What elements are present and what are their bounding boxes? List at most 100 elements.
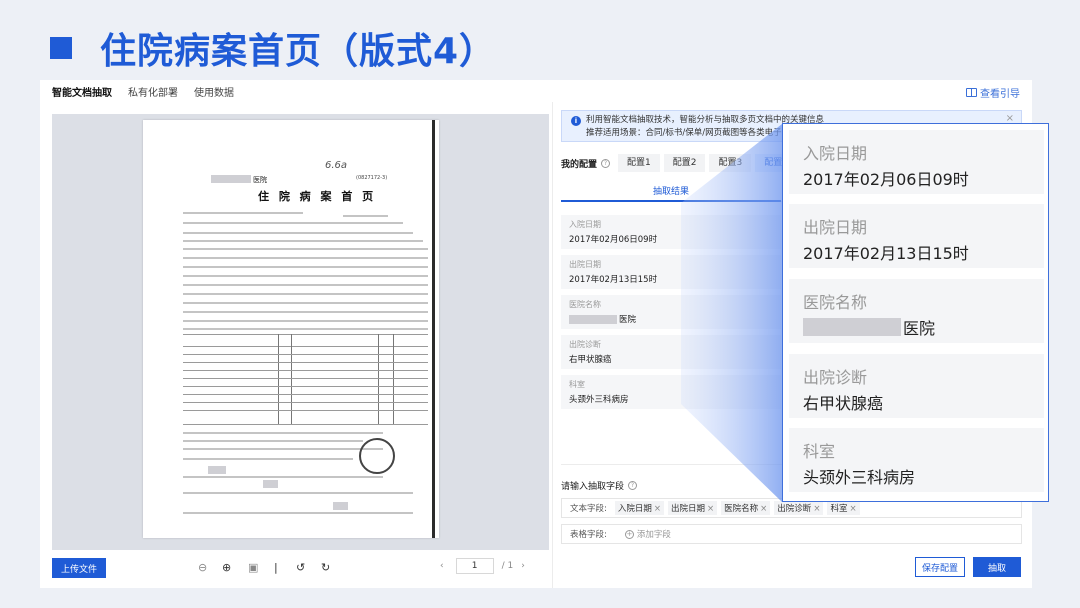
zoom-card-department: 科室 头颈外三科病房 bbox=[789, 428, 1044, 492]
field-value: 右甲状腺癌 bbox=[569, 355, 612, 365]
document-viewer[interactable]: 6.6a 医院 (0827172-3) 住 院 病 案 首 页 bbox=[52, 114, 549, 550]
zoom-field-value: 医院 bbox=[803, 315, 935, 339]
table-fields-input[interactable]: 表格字段: + 添加字段 bbox=[561, 524, 1022, 544]
field-card-hospital-name: 医院名称 医院 bbox=[561, 295, 781, 329]
add-icon[interactable]: + bbox=[624, 529, 634, 539]
close-icon[interactable]: × bbox=[760, 504, 767, 514]
doc-hospital-name: 医院 bbox=[253, 176, 267, 184]
separator-icon: | bbox=[274, 561, 278, 574]
document-page: 6.6a 医院 (0827172-3) 住 院 病 案 首 页 bbox=[143, 120, 439, 538]
field-label: 科室 bbox=[569, 380, 585, 389]
zoom-detail-panel: 入院日期 2017年02月06日09时 出院日期 2017年02月13日15时 … bbox=[782, 123, 1049, 502]
field-label: 出院诊断 bbox=[569, 340, 601, 349]
help-icon[interactable]: ? bbox=[628, 481, 638, 490]
field-value-text: 医院 bbox=[619, 315, 637, 325]
nav-item-usage-data[interactable]: 使用数据 bbox=[194, 84, 234, 99]
zoom-field-label: 出院日期 bbox=[803, 218, 868, 237]
title-square-icon bbox=[50, 37, 72, 59]
page-input[interactable]: 1 bbox=[455, 558, 494, 574]
field-card-discharge-diagnosis: 出院诊断 右甲状腺癌 bbox=[561, 335, 781, 369]
help-icon[interactable]: ? bbox=[601, 158, 611, 168]
doc-handwriting: 6.6a bbox=[325, 160, 348, 171]
zoom-field-label: 入院日期 bbox=[803, 144, 868, 163]
top-nav: 智能文档抽取 私有化部署 使用数据 bbox=[40, 80, 1032, 102]
redacted-block bbox=[803, 318, 901, 336]
field-value: 医院 bbox=[569, 313, 636, 325]
field-label: 入院日期 bbox=[569, 220, 601, 229]
slide-title: 住院病案首页（版式4） bbox=[50, 22, 496, 74]
fit-page-icon[interactable]: ▣ bbox=[248, 561, 258, 574]
zoom-field-label: 出院诊断 bbox=[803, 368, 868, 387]
close-icon[interactable]: × bbox=[707, 504, 714, 514]
page-total: / 1 bbox=[501, 561, 514, 571]
tab-config-1[interactable]: 配置1 bbox=[618, 154, 660, 172]
rotate-right-icon[interactable]: ↻ bbox=[321, 561, 330, 574]
field-label: 出院日期 bbox=[569, 260, 601, 269]
zoom-field-value-text: 医院 bbox=[903, 319, 936, 338]
doc-title: 住 院 病 案 首 页 bbox=[258, 190, 377, 203]
redacted-block bbox=[211, 175, 251, 183]
zoom-out-icon[interactable]: ⊖ bbox=[198, 561, 207, 574]
nav-item-private-deploy[interactable]: 私有化部署 bbox=[128, 84, 178, 99]
tag-label: 科室 bbox=[830, 504, 848, 514]
doc-stamp bbox=[359, 438, 395, 474]
zoom-field-value: 2017年02月06日09时 bbox=[803, 170, 969, 189]
view-guide-link[interactable]: 查看引导 bbox=[966, 85, 1020, 100]
nav-item-doc-extract[interactable]: 智能文档抽取 bbox=[52, 84, 112, 99]
tab-extract-result[interactable]: 抽取结果 bbox=[561, 184, 781, 197]
close-icon[interactable]: × bbox=[654, 504, 661, 514]
doc-id: (0827172-3) bbox=[356, 175, 388, 181]
zoom-field-value: 头颈外三科病房 bbox=[803, 468, 916, 487]
tag-label: 入院日期 bbox=[617, 504, 652, 514]
redacted-block bbox=[569, 314, 617, 324]
viewer-toolbar: 上传文件 ⊖ ⊕ ▣ | ↺ ↻ ‹ 1 / 1 › bbox=[52, 558, 549, 580]
text-fields-label: 文本字段: bbox=[570, 504, 607, 514]
field-tag[interactable]: 科室 × bbox=[827, 501, 860, 515]
field-tag[interactable]: 出院诊断 × bbox=[774, 501, 824, 515]
zoom-field-value: 2017年02月13日15时 bbox=[803, 244, 969, 263]
tag-label: 医院名称 bbox=[724, 504, 759, 514]
field-tag[interactable]: 入院日期 × bbox=[614, 501, 665, 515]
page-title: 住院病案首页（版式4） bbox=[100, 31, 497, 72]
pager: ‹ 1 / 1 › bbox=[440, 558, 525, 574]
field-value: 2017年02月06日09时 bbox=[569, 235, 658, 245]
tab-config-2[interactable]: 配置2 bbox=[663, 154, 706, 172]
save-config-button[interactable]: 保存配置 bbox=[915, 557, 965, 577]
close-icon[interactable]: × bbox=[813, 504, 820, 514]
zoom-card-hospital-name: 医院名称 医院 bbox=[789, 279, 1044, 343]
zoom-field-value: 右甲状腺癌 bbox=[803, 394, 884, 413]
pane-divider bbox=[552, 102, 553, 588]
input-title: 请输入抽取字段 ? bbox=[561, 479, 645, 492]
close-icon[interactable]: × bbox=[849, 504, 856, 514]
field-card-department: 科室 头颈外三科病房 bbox=[561, 375, 781, 409]
input-title-label: 请输入抽取字段 bbox=[561, 482, 625, 492]
next-page-icon[interactable]: › bbox=[521, 561, 525, 571]
prev-page-icon[interactable]: ‹ bbox=[440, 561, 444, 571]
tab-underline-active bbox=[561, 200, 781, 202]
field-card-discharge-date: 出院日期 2017年02月13日15时 bbox=[561, 255, 781, 289]
add-field-label[interactable]: 添加字段 bbox=[637, 528, 671, 540]
info-icon: i bbox=[571, 116, 581, 126]
field-tag[interactable]: 出院日期 × bbox=[668, 501, 718, 515]
rotate-left-icon[interactable]: ↺ bbox=[296, 561, 305, 574]
tag-label: 出院诊断 bbox=[777, 504, 812, 514]
view-guide-label: 查看引导 bbox=[980, 89, 1020, 100]
field-card-admission-date: 入院日期 2017年02月06日09时 bbox=[561, 215, 781, 249]
zoom-card-discharge-diagnosis: 出院诊断 右甲状腺癌 bbox=[789, 354, 1044, 418]
field-label: 医院名称 bbox=[569, 300, 601, 309]
config-tabs: 我的配置 ? 配置1 配置2 配置3 配置4 bbox=[561, 153, 801, 173]
extract-button[interactable]: 抽取 bbox=[973, 557, 1021, 577]
zoom-card-admission-date: 入院日期 2017年02月06日09时 bbox=[789, 130, 1044, 194]
zoom-field-label: 医院名称 bbox=[803, 293, 868, 312]
tag-label: 出院日期 bbox=[671, 504, 706, 514]
zoom-field-label: 科室 bbox=[803, 442, 836, 461]
my-config-label: 我的配置 bbox=[561, 159, 598, 170]
zoom-in-icon[interactable]: ⊕ bbox=[222, 561, 231, 574]
field-tag[interactable]: 医院名称 × bbox=[721, 501, 771, 515]
upload-file-button[interactable]: 上传文件 bbox=[52, 558, 106, 578]
field-value: 头颈外三科病房 bbox=[569, 395, 629, 405]
field-value: 2017年02月13日15时 bbox=[569, 275, 658, 285]
tab-config-3[interactable]: 配置3 bbox=[709, 154, 752, 172]
table-fields-label: 表格字段: bbox=[570, 530, 607, 540]
zoom-card-discharge-date: 出院日期 2017年02月13日15时 bbox=[789, 204, 1044, 268]
